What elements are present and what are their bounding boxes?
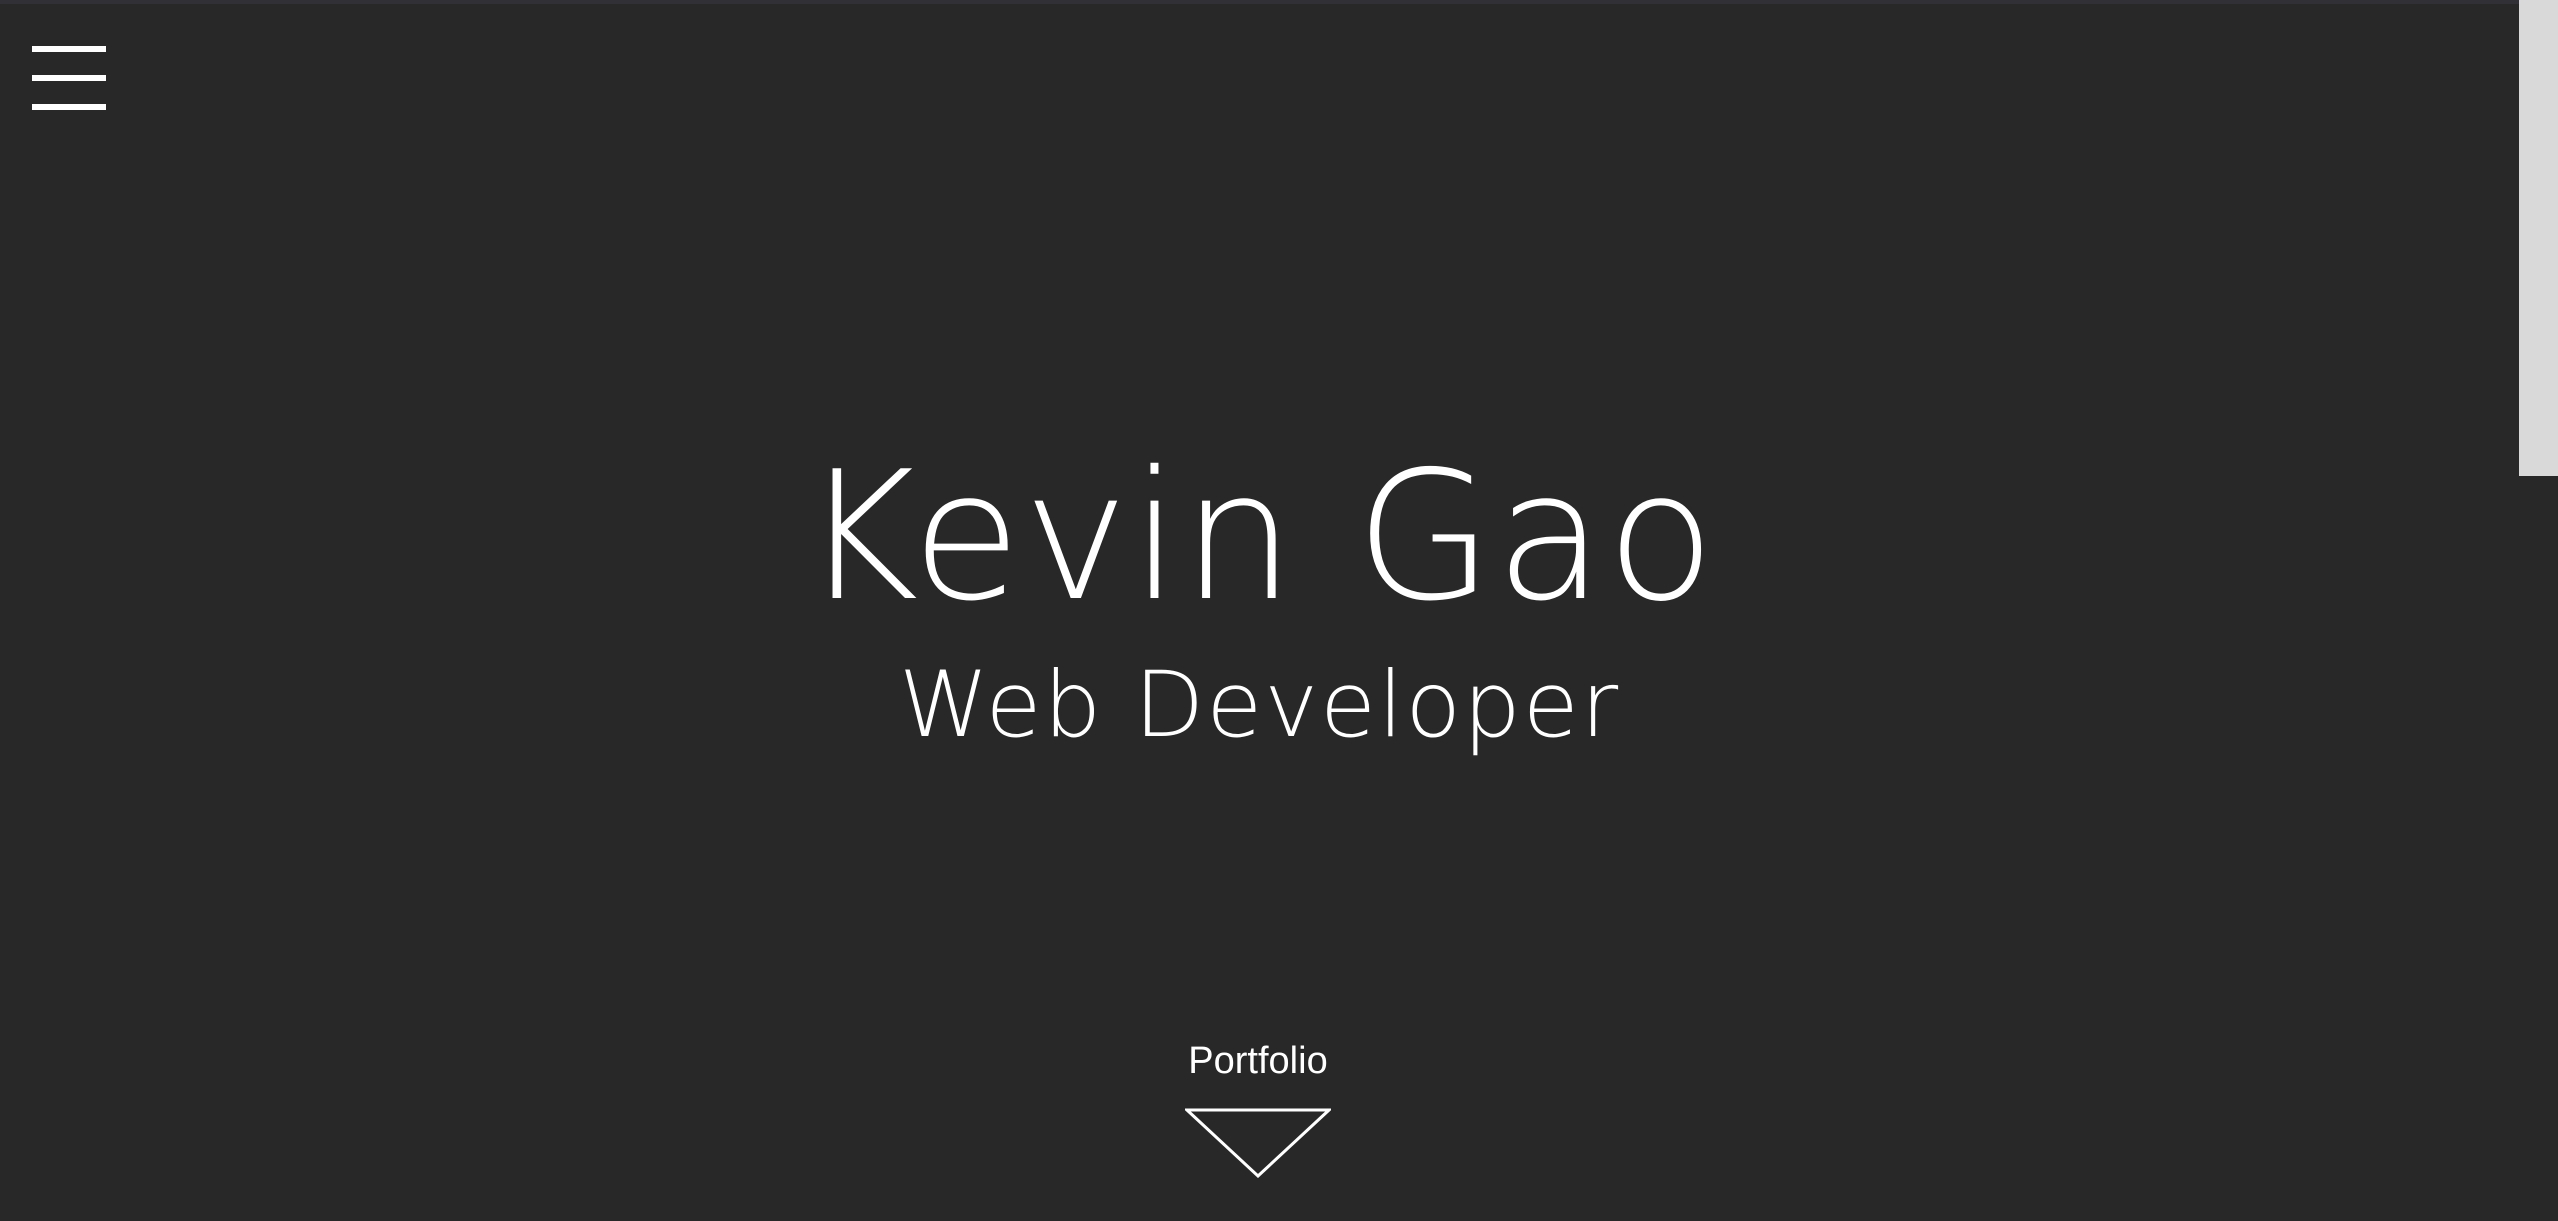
hero-name: Kevin Gao — [801, 433, 1718, 640]
menu-button[interactable] — [32, 46, 106, 112]
menu-bar-top — [32, 46, 106, 52]
hero-role: Web Developer — [898, 653, 1621, 758]
page: Kevin Gao Web Developer Portfolio — [0, 0, 2558, 1221]
menu-bar-middle — [32, 75, 106, 81]
menu-bar-bottom — [32, 104, 106, 110]
vertical-scrollbar[interactable] — [2519, 0, 2558, 1221]
portfolio-link[interactable]: Portfolio — [1135, 1036, 1381, 1216]
portfolio-label: Portfolio — [1188, 1040, 1328, 1082]
scrollbar-thumb[interactable] — [2519, 0, 2558, 476]
top-edge — [0, 0, 2519, 4]
triangle-down-icon — [1185, 1108, 1331, 1178]
